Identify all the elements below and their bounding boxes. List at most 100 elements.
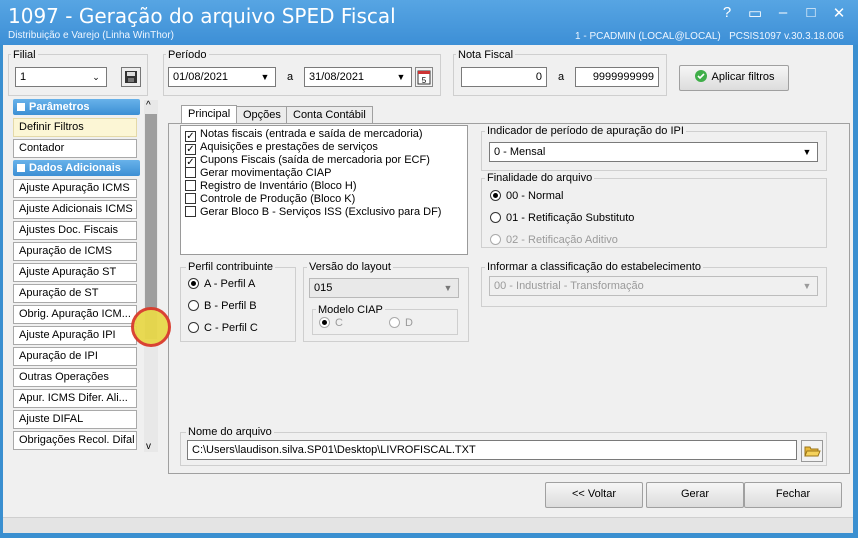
sidebar-item-apur-icms-difer[interactable]: Apur. ICMS Difer. Ali... — [13, 389, 137, 408]
radio-icon — [389, 317, 400, 328]
window-title: 1097 - Geração do arquivo SPED Fiscal — [8, 4, 396, 28]
sidebar-item-ajuste-apuracao-st[interactable]: Ajuste Apuração ST — [13, 263, 137, 282]
voltar-button[interactable]: << Voltar — [545, 482, 643, 508]
layout-label: Versão do layout — [307, 261, 393, 273]
radio-icon — [319, 317, 330, 328]
floppy-disk-icon — [125, 71, 137, 83]
sidebar-item-ajuste-apuracao-icms[interactable]: Ajuste Apuração ICMS — [13, 179, 137, 198]
nota-label: Nota Fiscal — [456, 49, 516, 61]
sidebar-item-obrig-apuracao[interactable]: Obrig. Apuração ICM... — [13, 305, 137, 324]
fechar-button[interactable]: Fechar — [744, 482, 842, 508]
save-button[interactable] — [121, 67, 141, 87]
dropdown-arrow-icon: ▼ — [802, 147, 812, 157]
arquivo-label: Nome do arquivo — [186, 426, 274, 438]
sidebar-item-apuracao-st[interactable]: Apuração de ST — [13, 284, 137, 303]
check-aquisicoes[interactable]: ✓ Aquisições e prestações de serviços — [185, 141, 378, 155]
checkbox-icon — [185, 193, 196, 204]
sidebar-item-contador[interactable]: Contador — [13, 139, 137, 158]
svg-text:5: 5 — [422, 76, 427, 85]
classificacao-select[interactable]: 00 - Industrial - Transformação ▼ — [489, 276, 818, 296]
layout-select[interactable]: 015 ▼ — [309, 278, 459, 298]
sidebar-scrollbar[interactable]: ^ v — [144, 100, 158, 452]
nota-separator: a — [558, 71, 565, 83]
window-subtitle: Distribuição e Varejo (Linha WinThor) — [8, 30, 174, 41]
perfil-label: Perfil contribuinte — [186, 261, 275, 273]
tab-opcoes[interactable]: Opções — [236, 106, 288, 124]
radio-icon — [188, 278, 199, 289]
radio-icon — [188, 300, 199, 311]
ipi-label: Indicador de período de apuração do IPI — [485, 125, 686, 137]
periodo-label: Período — [166, 49, 209, 61]
sidebar-item-obrigacoes-recol-difal[interactable]: Obrigações Recol. Difal — [13, 431, 137, 450]
sidebar-item-ajuste-adicionais-icms[interactable]: Ajuste Adicionais ICMS — [13, 200, 137, 219]
sidebar-item-apuracao-ipi[interactable]: Apuração de IPI — [13, 347, 137, 366]
radio-ciap-c: C — [319, 317, 343, 329]
calendar-icon: 5 — [417, 70, 431, 85]
radio-icon — [490, 234, 501, 245]
scroll-thumb[interactable] — [145, 114, 157, 339]
apply-filters-button[interactable]: Aplicar filtros — [679, 65, 789, 91]
filial-select[interactable]: 1 ⌄ — [15, 67, 107, 87]
status-bar — [3, 517, 853, 533]
gerar-button[interactable]: Gerar — [646, 482, 744, 508]
periodo-separator: a — [287, 71, 294, 83]
file-path-input[interactable]: C:\Users\laudison.silva.SP01\Desktop\LIV… — [187, 440, 797, 460]
scroll-down-icon[interactable]: v — [146, 441, 151, 452]
check-ciap[interactable]: Gerar movimentação CIAP — [185, 167, 331, 179]
check-cupons-fiscais[interactable]: ✓ Cupons Fiscais (saída de mercadoria por… — [185, 154, 430, 168]
nota-from-input[interactable]: 0 — [461, 67, 547, 87]
check-bloco-b[interactable]: Gerar Bloco B - Serviços ISS (Exclusivo … — [185, 206, 441, 218]
radio-normal[interactable]: 00 - Normal — [490, 190, 563, 202]
minimize-button[interactable]: – — [776, 4, 790, 22]
scroll-up-icon[interactable]: ^ — [146, 100, 151, 111]
radio-icon — [490, 212, 501, 223]
tab-conta-contabil[interactable]: Conta Contábil — [286, 106, 373, 124]
radio-perfil-b[interactable]: B - Perfil B — [188, 300, 257, 312]
sidebar-header-parametros[interactable]: Parâmetros — [13, 99, 140, 115]
maximize-button[interactable]: □ — [804, 4, 818, 22]
dropdown-arrow-icon: ▼ — [802, 281, 812, 291]
radio-icon — [490, 190, 501, 201]
check-circle-icon — [694, 70, 707, 82]
check-notas-fiscais[interactable]: ✓ Notas fiscais (entrada e saída de merca… — [185, 128, 423, 142]
radio-retificacao-substituto[interactable]: 01 - Retificação Substituto — [490, 212, 634, 224]
filial-label: Filial — [11, 49, 38, 61]
checkbox-icon — [185, 180, 196, 191]
chevron-down-icon: ⌄ — [92, 72, 100, 82]
radio-icon — [188, 322, 199, 333]
checkbox-icon — [185, 167, 196, 178]
close-button[interactable]: ✕ — [832, 4, 846, 22]
date-to-input[interactable]: 31/08/2021 ▼ — [304, 67, 412, 87]
sidebar-item-outras-operacoes[interactable]: Outras Operações — [13, 368, 137, 387]
sidebar-item-ajuste-difal[interactable]: Ajuste DIFAL — [13, 410, 137, 429]
check-producao[interactable]: Controle de Produção (Bloco K) — [185, 193, 355, 205]
sidebar-item-definir-filtros[interactable]: Definir Filtros — [13, 118, 137, 137]
restore-icon-button[interactable]: ▭ — [748, 4, 762, 22]
sidebar-item-apuracao-icms[interactable]: Apuração de ICMS — [13, 242, 137, 261]
sidebar-header-dados-adicionais[interactable]: Dados Adicionais — [13, 160, 140, 176]
calendar-button[interactable]: 5 — [415, 67, 433, 87]
finalidade-label: Finalidade do arquivo — [485, 172, 595, 184]
check-inventario[interactable]: Registro de Inventário (Bloco H) — [185, 180, 357, 192]
help-button[interactable]: ? — [720, 4, 734, 22]
dropdown-arrow-icon: ▼ — [396, 72, 406, 82]
dropdown-arrow-icon: ▼ — [260, 72, 270, 82]
nota-to-input[interactable]: 9999999999 — [575, 67, 659, 87]
tab-principal[interactable]: Principal — [181, 105, 238, 125]
radio-perfil-a[interactable]: A - Perfil A — [188, 278, 255, 290]
radio-retificacao-aditivo: 02 - Retificação Aditivo — [490, 234, 618, 246]
ciap-label: Modelo CIAP — [316, 304, 385, 316]
browse-folder-button[interactable] — [801, 440, 823, 462]
main-client: Filial 1 ⌄ Período 01/08/2021 ▼ a 31/08/20… — [3, 45, 853, 533]
radio-perfil-c[interactable]: C - Perfil C — [188, 322, 258, 334]
ipi-select[interactable]: 0 - Mensal ▼ — [489, 142, 818, 162]
dropdown-arrow-icon: ▼ — [443, 283, 453, 293]
sidebar-item-ajustes-doc-fiscais[interactable]: Ajustes Doc. Fiscais — [13, 221, 137, 240]
date-from-input[interactable]: 01/08/2021 ▼ — [168, 67, 276, 87]
session-info: 1 - PCADMIN (LOCAL@LOCAL) PCSIS1097 v.30… — [575, 31, 844, 42]
radio-ciap-d: D — [389, 317, 413, 329]
title-bar: 1097 - Geração do arquivo SPED Fiscal Di… — [0, 0, 858, 45]
cursor-highlight-marker — [131, 307, 171, 347]
checkbox-icon — [185, 206, 196, 217]
sidebar-item-ajuste-apuracao-ipi[interactable]: Ajuste Apuração IPI — [13, 326, 137, 345]
